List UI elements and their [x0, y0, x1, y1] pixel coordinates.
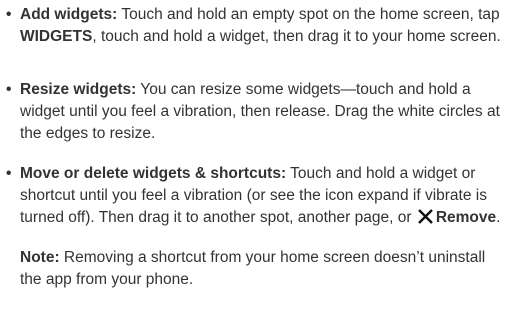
- add-widgets-term: Add widgets:: [20, 6, 118, 23]
- close-x-icon: [417, 209, 433, 224]
- list-item-add-widgets: • Add widgets: Touch and hold an empty s…: [6, 4, 507, 48]
- add-widgets-text-start: Touch and hold an empty spot on the home…: [117, 6, 500, 23]
- list-item-move-delete: • Move or delete widgets & shortcuts: To…: [6, 163, 507, 229]
- move-delete-term: Move or delete widgets & shortcuts:: [20, 165, 287, 182]
- add-widgets-text-end: , touch and hold a widget, then drag it …: [92, 28, 501, 45]
- bullet-marker: •: [6, 81, 12, 98]
- resize-widgets-term: Resize widgets:: [20, 81, 137, 98]
- bullet-marker: •: [6, 165, 12, 182]
- note-text: Removing a shortcut from your home scree…: [20, 249, 486, 288]
- note-label: Note:: [20, 249, 60, 266]
- document-page: • Add widgets: Touch and hold an empty s…: [0, 0, 507, 309]
- move-delete-text-end: .: [496, 209, 501, 226]
- list-item-resize-widgets: • Resize widgets: You can resize some wi…: [6, 79, 507, 145]
- remove-keyword: Remove: [435, 209, 497, 226]
- bullet-marker: •: [6, 6, 12, 23]
- note-paragraph: Note: Removing a shortcut from your home…: [20, 247, 501, 291]
- widgets-keyword: WIDGETS: [20, 28, 93, 45]
